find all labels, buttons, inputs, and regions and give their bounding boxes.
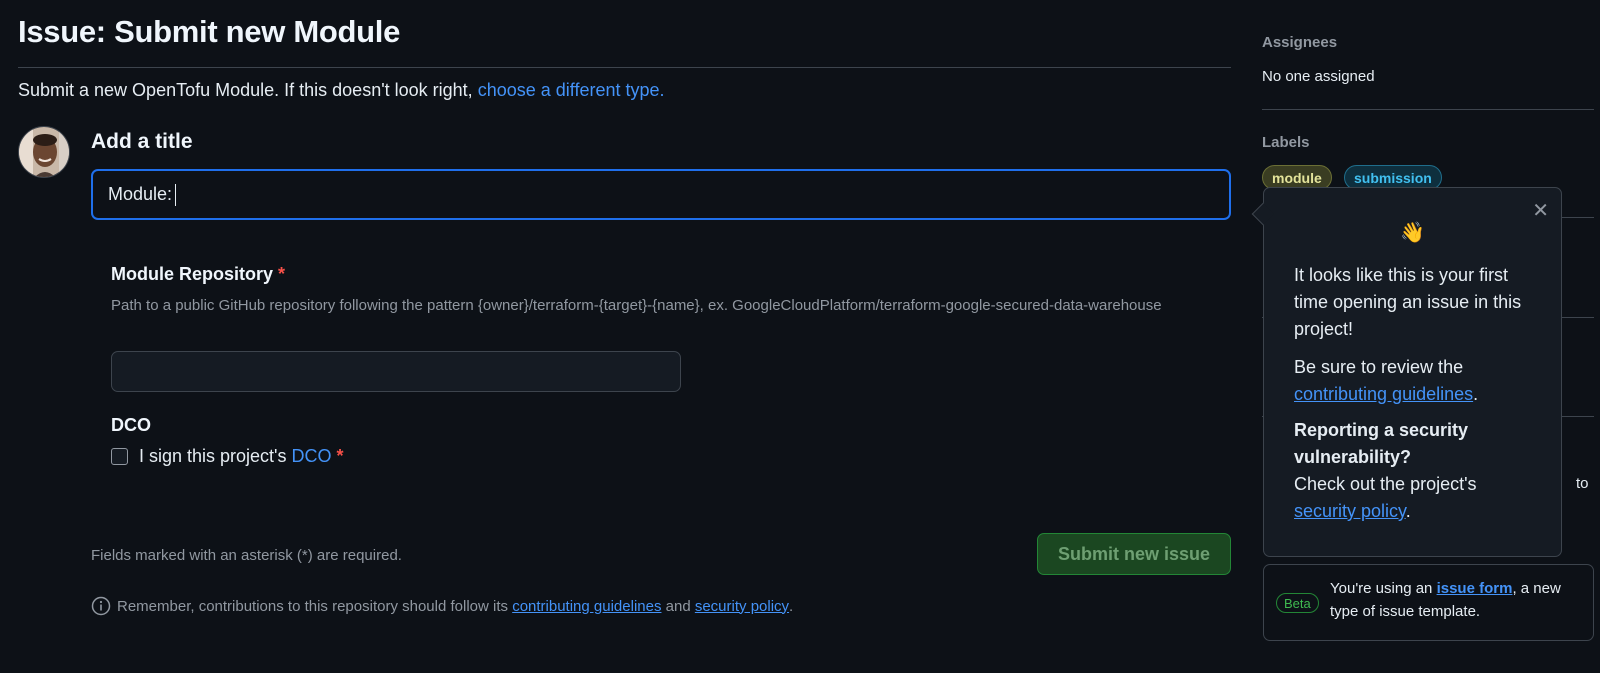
popover-contributing-guidelines-link[interactable]: contributing guidelines — [1294, 384, 1473, 404]
issue-title-input[interactable]: Module: — [91, 169, 1231, 220]
sidebar-divider — [1262, 109, 1594, 110]
issue-title-value: Module: — [108, 184, 173, 204]
user-avatar[interactable] — [18, 126, 70, 178]
contribution-reminder: Remember, contributions to this reposito… — [91, 596, 793, 616]
dco-label: DCO — [111, 415, 151, 435]
security-policy-link[interactable]: security policy — [695, 598, 789, 615]
dco-link[interactable]: DCO — [292, 446, 332, 467]
choose-different-type-link[interactable]: choose a different type. — [478, 80, 665, 100]
intro-text-static: Submit a new OpenTofu Module. If this do… — [18, 80, 473, 100]
submit-new-issue-button[interactable]: Submit new issue — [1037, 533, 1231, 575]
beta-badge: Beta — [1276, 593, 1319, 613]
reminder-end: . — [789, 597, 794, 615]
security-report-message: Reporting a security vulnerability? Chec… — [1294, 417, 1534, 525]
review-guidelines-message: Be sure to review the contributing guide… — [1294, 354, 1534, 408]
dco-checkbox-text: I sign this project's — [139, 446, 287, 466]
page-title: Issue: Submit new Module — [18, 14, 401, 49]
assignees-heading[interactable]: Assignees — [1262, 34, 1337, 51]
review-guidelines-text: Be sure to review the — [1294, 357, 1464, 377]
sidebar-partial-text: to — [1576, 475, 1589, 492]
required-asterisk: * — [278, 264, 286, 284]
security-report-end: . — [1405, 501, 1411, 521]
beta-notice-text: You're using an issue form, a new type o… — [1330, 577, 1592, 623]
reminder-and: and — [665, 597, 691, 615]
add-title-label: Add a title — [91, 130, 193, 153]
issue-form-beta-notice: Beta You're using an issue form, a new t… — [1263, 564, 1594, 641]
module-repository-label: Module Repository * — [111, 264, 285, 285]
issue-form-link[interactable]: issue form — [1437, 580, 1513, 597]
module-repository-label-text: Module Repository — [111, 264, 274, 284]
popover-security-policy-link[interactable]: security policy — [1294, 501, 1406, 521]
avatar-image — [19, 127, 69, 177]
dco-checkbox-row[interactable]: I sign this project's DCO * — [111, 446, 344, 467]
first-issue-popover: ✕ 👋 It looks like this is your first tim… — [1251, 187, 1562, 557]
module-repository-help: Path to a public GitHub repository follo… — [111, 297, 1162, 314]
contributing-guidelines-link[interactable]: contributing guidelines — [512, 598, 661, 615]
info-icon — [91, 596, 111, 616]
labels-heading[interactable]: Labels — [1262, 134, 1310, 151]
assignees-value: No one assigned — [1262, 68, 1375, 85]
intro-text: Submit a new OpenTofu Module. If this do… — [18, 80, 665, 101]
dco-checkbox[interactable] — [111, 448, 128, 465]
beta-text-start: You're using an — [1330, 580, 1433, 597]
waving-hand-icon: 👋 — [1400, 222, 1425, 244]
reminder-text: Remember, contributions to this reposito… — [117, 597, 509, 615]
review-guidelines-end: . — [1473, 384, 1479, 404]
security-report-heading: Reporting a security vulnerability? — [1294, 420, 1469, 467]
module-repository-input[interactable] — [111, 351, 681, 392]
security-report-text: Check out the project's — [1294, 474, 1477, 494]
required-asterisk: * — [336, 446, 344, 466]
required-fields-note: Fields marked with an asterisk (*) are r… — [91, 547, 402, 564]
first-time-message: It looks like this is your first time op… — [1294, 265, 1522, 339]
text-caret — [175, 183, 177, 206]
title-divider — [18, 67, 1231, 68]
